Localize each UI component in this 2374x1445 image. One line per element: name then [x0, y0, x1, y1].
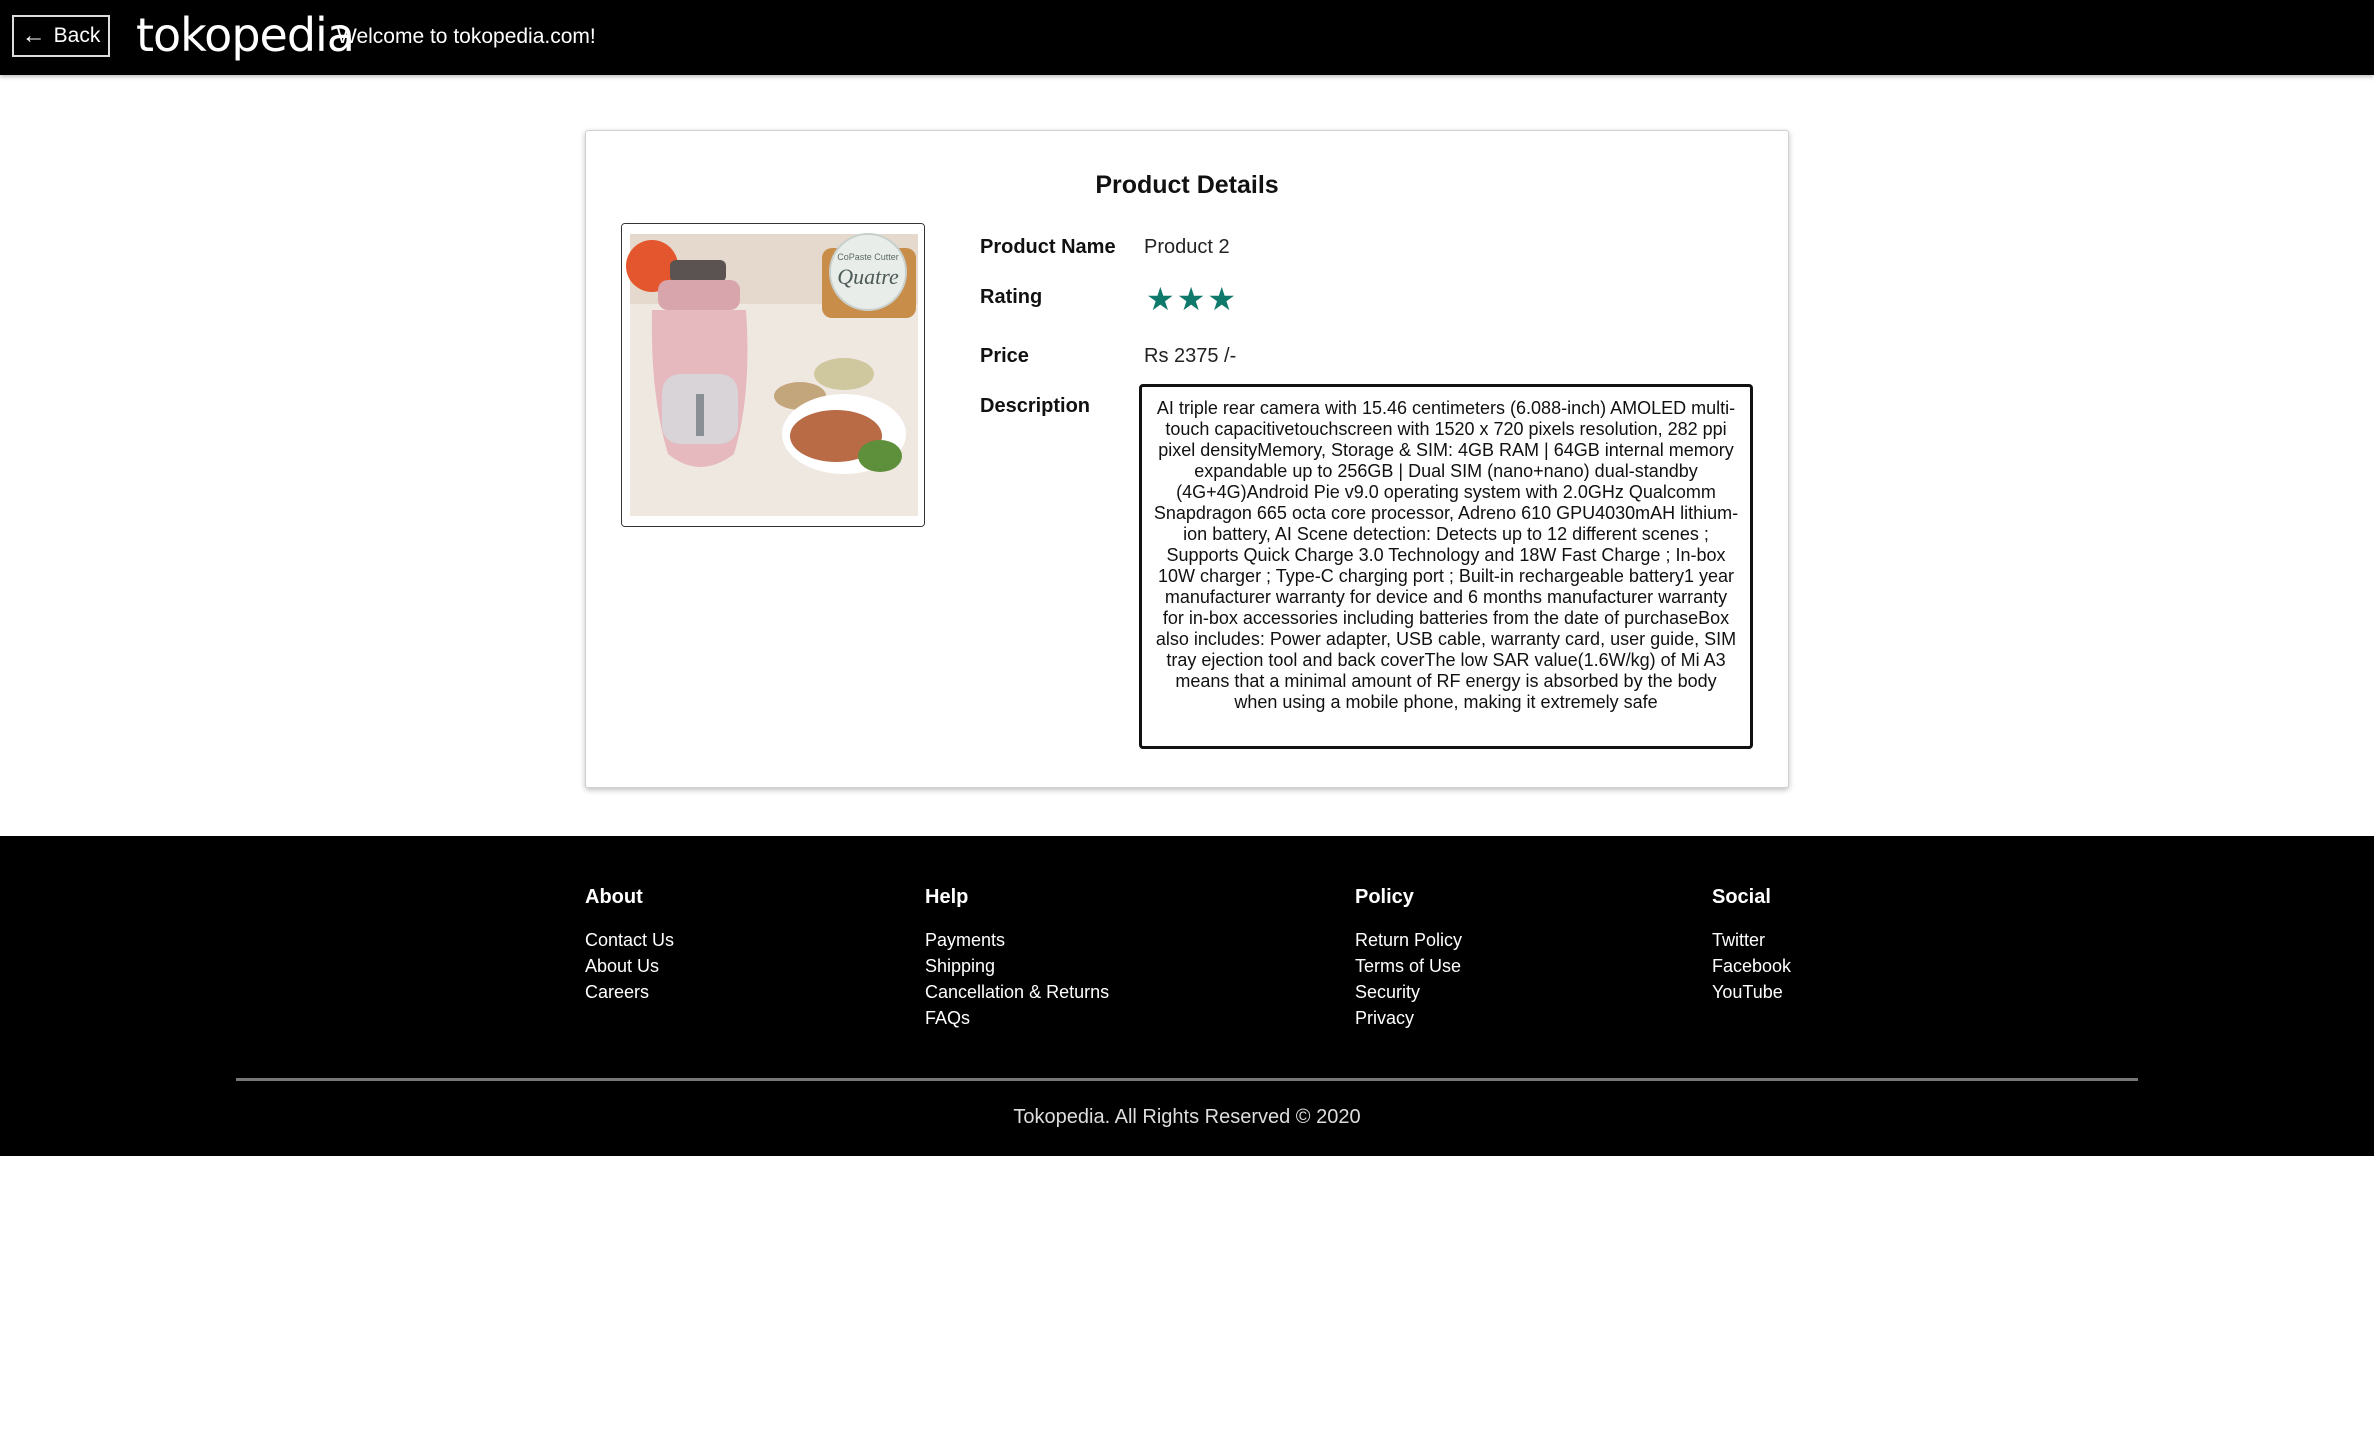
- footer-link[interactable]: Cancellation & Returns: [925, 979, 1109, 1005]
- footer-column-policy: Policy Return Policy Terms of Use Securi…: [1355, 886, 1462, 1031]
- footer-link[interactable]: Privacy: [1355, 1005, 1462, 1031]
- product-name-label: Product Name: [980, 236, 1116, 258]
- footer-link[interactable]: Shipping: [925, 953, 1109, 979]
- product-image: CoPaste Cutter Quatre: [621, 223, 925, 527]
- footer-link[interactable]: Twitter: [1712, 927, 1791, 953]
- image-brand-small: CoPaste Cutter: [837, 252, 899, 262]
- image-brand-text: Quatre: [837, 264, 899, 289]
- footer-link[interactable]: Careers: [585, 979, 674, 1005]
- page-title: Product Details: [1095, 171, 1279, 199]
- description-label: Description: [980, 395, 1091, 417]
- footer-column-title: Policy: [1355, 886, 1414, 908]
- star-icon: ★: [1176, 281, 1206, 317]
- top-navbar: ← Back tokopedia Welcome to tokopedia.co…: [0, 0, 2374, 75]
- footer-link[interactable]: About Us: [585, 953, 674, 979]
- price-value: Rs 2375 /-: [1144, 345, 1237, 367]
- rating-stars: ★ ★ ★: [1146, 283, 1236, 315]
- footer-link[interactable]: Facebook: [1712, 953, 1791, 979]
- arrow-left-icon: ←: [21, 22, 46, 49]
- footer-link[interactable]: Return Policy: [1355, 927, 1462, 953]
- footer-link[interactable]: Payments: [925, 927, 1109, 953]
- footer-column-help: Help Payments Shipping Cancellation & Re…: [925, 886, 1109, 1031]
- footer-column-about: About Contact Us About Us Careers: [585, 886, 674, 1005]
- back-button[interactable]: ← Back: [12, 15, 110, 57]
- description-box: AI triple rear camera with 15.46 centime…: [1139, 384, 1753, 749]
- footer-column-title: Help: [925, 886, 969, 908]
- welcome-text: Welcome to tokopedia.com!: [337, 25, 596, 48]
- copyright-text: Tokopedia. All Rights Reserved © 2020: [1013, 1106, 1361, 1128]
- site-footer: About Contact Us About Us Careers Help P…: [0, 836, 2374, 1156]
- product-name-value: Product 2: [1144, 236, 1230, 258]
- footer-column-title: About: [585, 886, 643, 908]
- tokopedia-logo[interactable]: tokopedia: [136, 8, 355, 62]
- product-details-card: Product Details CoPaste Cutter Quatre Pr…: [585, 130, 1789, 788]
- rating-label: Rating: [980, 286, 1043, 308]
- footer-column-social: Social Twitter Facebook YouTube: [1712, 886, 1791, 1005]
- footer-divider: [236, 1078, 2138, 1081]
- footer-link[interactable]: Terms of Use: [1355, 953, 1462, 979]
- star-icon: ★: [1146, 281, 1175, 317]
- footer-link[interactable]: YouTube: [1712, 979, 1791, 1005]
- footer-link[interactable]: FAQs: [925, 1005, 1109, 1031]
- footer-column-title: Social: [1712, 886, 1771, 908]
- back-button-label: Back: [53, 24, 101, 47]
- footer-link[interactable]: Security: [1355, 979, 1462, 1005]
- price-label: Price: [980, 345, 1029, 367]
- footer-link[interactable]: Contact Us: [585, 927, 674, 953]
- star-icon: ★: [1207, 281, 1237, 317]
